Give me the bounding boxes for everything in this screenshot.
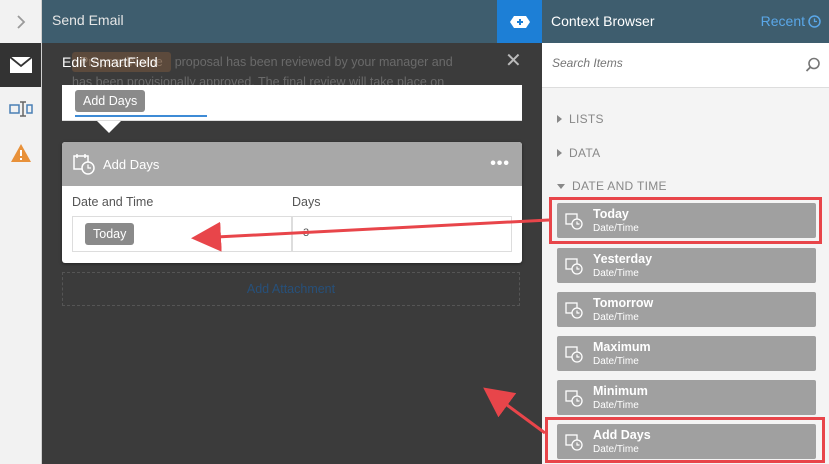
list-item-maximum[interactable]: Maximum Date/Time: [557, 336, 816, 371]
recent-button[interactable]: Recent: [761, 13, 821, 29]
section-date-and-time[interactable]: DATE AND TIME: [557, 179, 667, 193]
function-card-title: Add Days: [103, 156, 160, 172]
context-browser: Context Browser Recent LISTS DATA DATE A…: [542, 0, 829, 464]
list-item-today[interactable]: Today Date/Time: [557, 203, 816, 238]
section-lists[interactable]: LISTS: [557, 112, 604, 126]
date-time-input[interactable]: Today: [72, 216, 292, 252]
more-options-icon[interactable]: •••: [490, 155, 510, 173]
expression-box[interactable]: Add Days: [62, 85, 522, 121]
add-attachment-link[interactable]: Add Attachment: [62, 272, 520, 306]
days-label: Days: [292, 195, 321, 209]
date-time-icon: [565, 434, 583, 451]
days-field: Days 3: [292, 186, 512, 252]
search-icon[interactable]: [805, 57, 821, 73]
context-browser-title: Context Browser: [551, 13, 655, 29]
date-time-icon: [565, 346, 583, 363]
email-icon[interactable]: [0, 43, 41, 87]
close-icon[interactable]: ✕: [505, 51, 522, 71]
section-data[interactable]: DATA: [557, 146, 600, 160]
main-header: Send Email: [42, 0, 542, 43]
function-card: Add Days ••• Date and Time Today Days 3: [62, 142, 522, 263]
date-time-icon: [73, 154, 95, 175]
page-title: Send Email: [52, 12, 124, 28]
expand-arrow-icon: [557, 149, 562, 157]
text-field-icon[interactable]: [0, 87, 41, 131]
expression-underline: [75, 115, 207, 117]
list-item-tomorrow[interactable]: Tomorrow Date/Time: [557, 292, 816, 327]
list-item-yesterday[interactable]: Yesterday Date/Time: [557, 248, 816, 283]
days-value: 3: [303, 227, 310, 239]
list-item-minimum[interactable]: Minimum Date/Time: [557, 380, 816, 415]
plus-icon: [509, 15, 530, 28]
expand-chevron-icon[interactable]: [0, 0, 41, 43]
date-time-pill[interactable]: Today: [85, 223, 135, 245]
days-input[interactable]: 3: [292, 216, 512, 252]
insert-smartfield-button[interactable]: [497, 0, 542, 43]
list-item-add-days[interactable]: Add Days Date/Time: [557, 424, 816, 459]
context-browser-header: Context Browser Recent: [542, 0, 829, 43]
clock-icon: [808, 14, 821, 28]
caret-pointer: [97, 121, 121, 133]
date-time-icon: [565, 390, 583, 407]
warning-icon[interactable]: [0, 131, 41, 175]
expand-arrow-icon: [557, 115, 562, 123]
left-rail: [0, 0, 42, 464]
date-time-label: Date and Time: [72, 195, 154, 209]
expression-pill[interactable]: Add Days: [75, 90, 146, 112]
function-card-header: Add Days •••: [62, 142, 522, 186]
modal-title: Edit SmartField: [62, 54, 158, 70]
search-bar: [542, 43, 829, 88]
search-input[interactable]: [552, 56, 782, 70]
date-time-field: Date and Time Today: [72, 186, 292, 252]
date-time-icon: [565, 302, 583, 319]
date-time-icon: [565, 213, 583, 230]
collapse-arrow-icon: [557, 183, 565, 189]
date-time-icon: [565, 258, 583, 275]
